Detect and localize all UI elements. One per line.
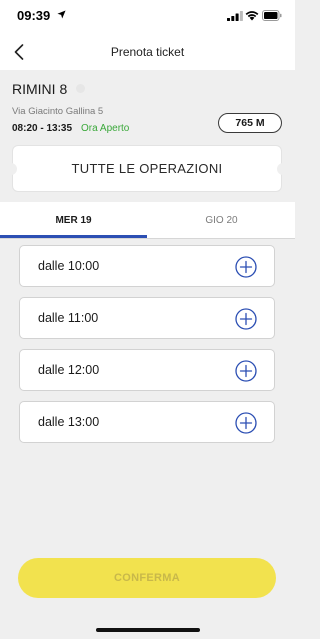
store-open-status: Ora Aperto xyxy=(81,123,130,134)
ticket-notch-right xyxy=(277,163,287,175)
distance-badge: 765 M xyxy=(218,113,282,133)
store-name: RIMINI 8 xyxy=(12,81,68,97)
add-circle-icon[interactable] xyxy=(235,308,257,330)
status-bar: 09:39 xyxy=(0,0,295,34)
operations-label: TUTTE LE OPERAZIONI xyxy=(71,161,223,176)
location-arrow-icon xyxy=(57,10,66,19)
battery-icon xyxy=(262,10,282,21)
time-slot-10[interactable]: dalle 10:00 xyxy=(19,245,275,287)
tab-gio-20[interactable]: GIO 20 xyxy=(148,202,295,240)
home-indicator xyxy=(96,628,200,632)
time-slot-label: dalle 13:00 xyxy=(38,415,100,429)
navigation-bar: Prenota ticket xyxy=(0,34,295,70)
operations-selector[interactable]: TUTTE LE OPERAZIONI xyxy=(7,145,287,192)
add-circle-icon[interactable] xyxy=(235,360,257,382)
time-slot-list: dalle 10:00 dalle 11:00 dalle 12:00 dall… xyxy=(0,239,295,553)
time-slot-label: dalle 12:00 xyxy=(38,363,100,377)
store-address: Via Giacinto Gallina 5 xyxy=(12,106,104,117)
footer: CONFERMA xyxy=(0,553,295,639)
confirm-button[interactable]: CONFERMA xyxy=(18,558,276,598)
time-slot-label: dalle 11:00 xyxy=(38,311,99,325)
add-circle-icon[interactable] xyxy=(235,412,257,434)
wifi-icon xyxy=(245,11,259,21)
ticket-notch-left xyxy=(7,163,17,175)
time-slot-11[interactable]: dalle 11:00 xyxy=(19,297,275,339)
page-title: Prenota ticket xyxy=(110,45,185,59)
store-hours: 08:20 - 13:35 xyxy=(12,123,73,134)
store-info: RIMINI 8 Via Giacinto Gallina 5 08:20 - … xyxy=(0,70,295,202)
add-circle-icon[interactable] xyxy=(235,256,257,278)
time-slot-13[interactable]: dalle 13:00 xyxy=(19,401,275,443)
favorite-indicator-icon xyxy=(76,84,85,93)
time-slot-12[interactable]: dalle 12:00 xyxy=(19,349,275,391)
status-time: 09:39 xyxy=(17,8,51,23)
cellular-signal-icon xyxy=(227,11,243,21)
time-slot-label: dalle 10:00 xyxy=(38,259,100,273)
